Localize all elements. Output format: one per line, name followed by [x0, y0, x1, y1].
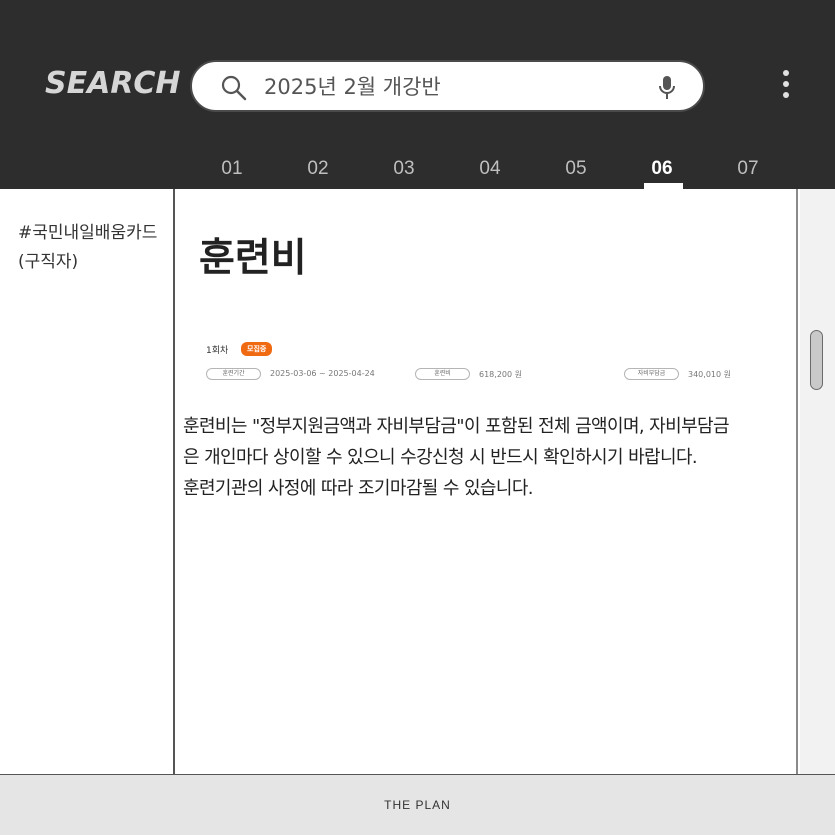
tab-03[interactable]: 03 — [374, 158, 434, 180]
scrollbar-track[interactable] — [800, 189, 835, 774]
footer-brand: THE PLAN — [384, 798, 451, 812]
period-label: 훈련기간 — [206, 368, 261, 380]
tab-04[interactable]: 04 — [460, 158, 520, 180]
description-line: 훈련기관의 사정에 따라 조기마감될 수 있습니다. — [183, 478, 534, 499]
tab-07[interactable]: 07 — [718, 158, 778, 180]
period-value: 2025-03-06 ~ 2025-04-24 — [270, 369, 375, 378]
fee-description: 훈련비는 "정부지원금액과 자비부담금"이 포함된 전체 금액이며, 자비부담금… — [183, 411, 783, 504]
tab-06[interactable]: 06 — [632, 158, 692, 180]
self-pay-label: 자비부담금 — [624, 368, 679, 380]
search-icon[interactable] — [220, 74, 248, 102]
site-logo[interactable]: SEARCH — [45, 66, 181, 101]
description-line: 훈련비는 "정부지원금액과 자비부담금"이 포함된 전체 금액이며, 자비부담금 — [183, 416, 730, 437]
tab-05[interactable]: 05 — [546, 158, 606, 180]
tab-01[interactable]: 01 — [202, 158, 262, 180]
search-input[interactable]: 2025년 2월 개강반 — [264, 74, 441, 100]
fee-value: 618,200 원 — [479, 370, 522, 379]
category-tag-line2: (구직자) — [18, 252, 79, 272]
top-header: SEARCH 2025년 2월 개강반 01 02 03 04 05 06 07 — [0, 0, 835, 189]
tab-02[interactable]: 02 — [288, 158, 348, 180]
main-content: 훈련비 1회차 모집중 훈련기간 2025-03-06 ~ 2025-04-24… — [175, 189, 798, 774]
scrollbar-thumb[interactable] — [810, 330, 823, 390]
more-vertical-icon[interactable] — [780, 70, 792, 102]
footer: THE PLAN — [0, 774, 835, 835]
search-bar[interactable]: 2025년 2월 개강반 — [190, 60, 705, 112]
step-tabs: 01 02 03 04 05 06 07 — [190, 150, 790, 189]
microphone-icon[interactable] — [657, 75, 677, 101]
sidebar: #국민내일배움카드 (구직자) — [0, 189, 175, 774]
round-label: 1회차 — [206, 346, 229, 356]
self-pay-value: 340,010 원 — [688, 370, 731, 379]
category-tag-line1: #국민내일배움카드 — [18, 223, 158, 243]
page-title: 훈련비 — [199, 236, 307, 281]
category-tag[interactable]: #국민내일배움카드 (구직자) — [18, 219, 168, 277]
description-line: 은 개인마다 상이할 수 있으니 수강신청 시 반드시 확인하시기 바랍니다. — [183, 447, 698, 468]
status-badge: 모집중 — [241, 342, 273, 356]
fee-label: 훈련비 — [415, 368, 470, 380]
fee-table: 1회차 모집중 훈련기간 2025-03-06 ~ 2025-04-24 훈련비… — [206, 342, 766, 383]
